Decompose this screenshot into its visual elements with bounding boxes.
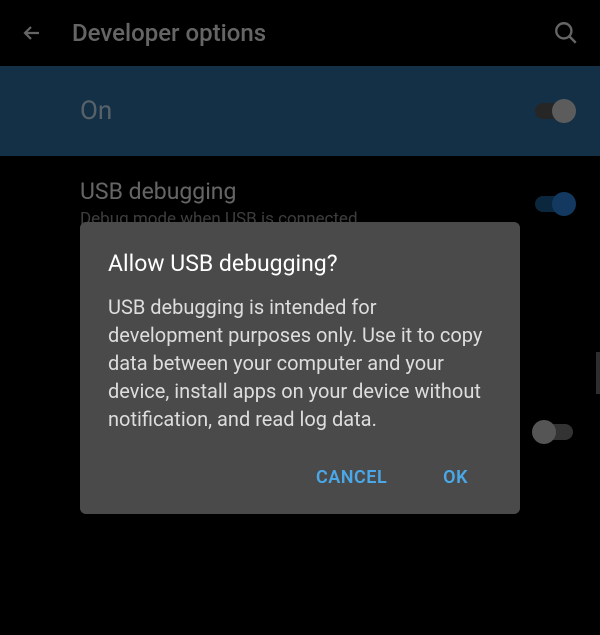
usb-debugging-dialog: Allow USB debugging? USB debugging is in… [80, 222, 520, 514]
ok-button[interactable]: OK [435, 457, 476, 498]
background-toggle [532, 420, 576, 444]
cancel-button[interactable]: CANCEL [308, 457, 395, 498]
dialog-title: Allow USB debugging? [108, 250, 492, 277]
dialog-body: USB debugging is intended for developmen… [108, 293, 492, 433]
dialog-actions: CANCEL OK [108, 457, 492, 498]
dialog-overlay: Allow USB debugging? USB debugging is in… [0, 0, 600, 635]
